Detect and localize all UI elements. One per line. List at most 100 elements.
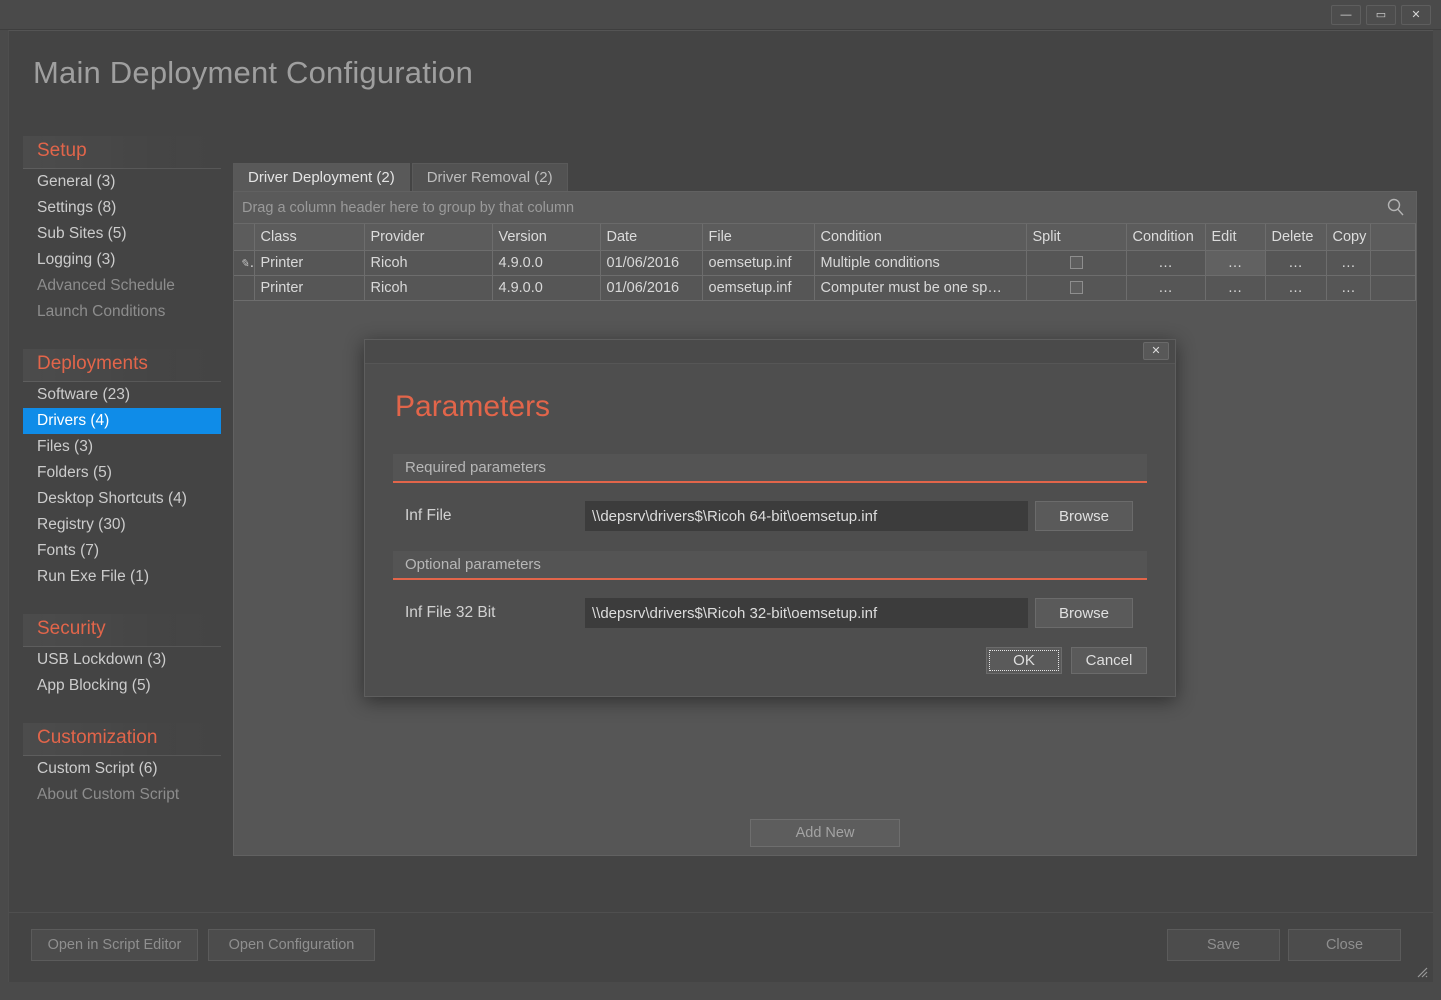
inf-file-32bit-label: Inf File 32 Bit	[405, 604, 496, 621]
inf-file-32bit-input[interactable]	[585, 598, 1028, 628]
grid-body: ✎ Printer Ricoh 4.9.0.0 01/06/2016 oemsetup.i…	[234, 250, 1416, 301]
tab-driver-removal[interactable]: Driver Removal (2)	[411, 163, 568, 191]
dialog-title: Parameters	[395, 390, 551, 423]
inf-file-input[interactable]	[585, 501, 1028, 531]
pencil-icon: ✎	[240, 257, 250, 270]
dialog-body: Parameters Required parameters Inf File …	[365, 364, 1175, 696]
condition-action-button[interactable]: …	[1126, 275, 1206, 301]
grid-column-header[interactable]: Provider	[364, 224, 493, 251]
add-new-button[interactable]: Add New	[750, 819, 900, 847]
cell-condition: Computer must be one sp…	[814, 275, 1027, 301]
sidebar-item-folders[interactable]: Folders (5)	[23, 460, 221, 486]
condition-action-button[interactable]: …	[1126, 250, 1206, 276]
cell-date: 01/06/2016	[600, 250, 703, 276]
sidebar-section-title: Customization	[23, 723, 221, 756]
parameters-dialog: ✕ Parameters Required parameters Inf Fil…	[364, 339, 1176, 697]
grid-indicator-header	[234, 224, 255, 251]
table-row[interactable]: ✎ Printer Ricoh 4.9.0.0 01/06/2016 oemsetup.i…	[234, 250, 1416, 276]
sidebar-item-desktop-shortcuts[interactable]: Desktop Shortcuts (4)	[23, 486, 221, 512]
inf-file-label: Inf File	[405, 507, 452, 524]
search-icon[interactable]	[1385, 197, 1407, 219]
sidebar-item-app-blocking[interactable]: App Blocking (5)	[23, 673, 221, 699]
grid-column-header[interactable]: Date	[600, 224, 703, 251]
cell-file: oemsetup.inf	[702, 275, 815, 301]
maximize-button[interactable]: ▭	[1366, 4, 1396, 25]
sidebar-section-title: Setup	[23, 136, 221, 169]
grid-column-header[interactable]: Edit	[1205, 224, 1266, 251]
inf-file-browse-button[interactable]: Browse	[1035, 501, 1133, 531]
tab-driver-deployment[interactable]: Driver Deployment (2)	[233, 163, 410, 191]
table-row[interactable]: Printer Ricoh 4.9.0.0 01/06/2016 oemsetup.in…	[234, 275, 1416, 301]
bottom-bar: Open in Script Editor Open Configuration…	[9, 912, 1433, 982]
grid-column-header[interactable]: Split	[1026, 224, 1127, 251]
sidebar-item-usb-lockdown[interactable]: USB Lockdown (3)	[23, 647, 221, 673]
group-by-bar[interactable]: Drag a column header here to group by th…	[234, 192, 1416, 224]
sidebar-item-registry[interactable]: Registry (30)	[23, 512, 221, 538]
close-button[interactable]: ✕	[1401, 4, 1431, 25]
save-button[interactable]: Save	[1167, 929, 1280, 961]
sidebar-item-settings[interactable]: Settings (8)	[23, 195, 221, 221]
delete-action-button[interactable]: …	[1265, 275, 1327, 301]
dialog-actions: OK Cancel	[986, 647, 1147, 674]
optional-parameters-header: Optional parameters	[393, 551, 1147, 580]
copy-action-button[interactable]: …	[1326, 250, 1372, 276]
sidebar-item-fonts[interactable]: Fonts (7)	[23, 538, 221, 564]
dialog-close-icon[interactable]: ✕	[1143, 342, 1169, 360]
row-edit-indicator-icon: ✎	[234, 250, 255, 276]
split-checkbox[interactable]	[1026, 250, 1127, 276]
edit-action-button[interactable]: …	[1205, 275, 1266, 301]
cell-filler	[1370, 275, 1416, 301]
cell-class: Printer	[254, 250, 365, 276]
grid-column-filler	[1370, 224, 1416, 251]
grid-column-header[interactable]: Copy	[1326, 224, 1372, 251]
sidebar-item-advanced-schedule: Advanced Schedule	[37, 277, 175, 294]
checkbox-icon[interactable]	[1069, 281, 1083, 295]
sidebar-item-general[interactable]: General (3)	[23, 169, 221, 195]
cancel-button[interactable]: Cancel	[1071, 647, 1147, 674]
minimize-button[interactable]: —	[1331, 4, 1361, 25]
split-checkbox[interactable]	[1026, 275, 1127, 301]
sidebar-item-run-exe-file[interactable]: Run Exe File (1)	[23, 564, 221, 590]
inf-file-row: Inf File Browse	[393, 501, 1147, 531]
delete-action-button[interactable]: …	[1265, 250, 1327, 276]
sidebar-item-files[interactable]: Files (3)	[23, 434, 221, 460]
group-by-hint: Drag a column header here to group by th…	[242, 199, 575, 216]
sidebar-item-drivers[interactable]: Drivers (4)	[23, 408, 221, 434]
close-button-footer[interactable]: Close	[1288, 929, 1401, 961]
cell-date: 01/06/2016	[600, 275, 703, 301]
client-area: Main Deployment Configuration Setup Gener…	[8, 30, 1433, 982]
grid-column-header[interactable]: File	[702, 224, 815, 251]
grid-column-header[interactable]: Condition	[1126, 224, 1206, 251]
sidebar-item-launch-conditions: Launch Conditions	[37, 303, 166, 320]
cell-file: oemsetup.inf	[702, 250, 815, 276]
checkbox-icon[interactable]	[1069, 256, 1083, 270]
resize-grip[interactable]	[1414, 964, 1428, 978]
copy-action-button[interactable]: …	[1326, 275, 1372, 301]
sidebar-item-logging[interactable]: Logging (3)	[23, 247, 221, 273]
add-new-row: Add New	[234, 819, 1416, 847]
dialog-titlebar: ✕	[365, 340, 1175, 364]
sidebar-section: Customization Custom Script (6) About Cust…	[23, 723, 221, 812]
sidebar: Setup General (3) Settings (8) Sub Sites (5…	[23, 136, 221, 902]
grid-column-header[interactable]: Version	[492, 224, 601, 251]
open-in-script-editor-button[interactable]: Open in Script Editor	[31, 929, 198, 961]
grid-column-header[interactable]: Class	[254, 224, 365, 251]
cell-version: 4.9.0.0	[492, 250, 601, 276]
sidebar-section: Setup General (3) Settings (8) Sub Sites (5…	[23, 136, 221, 329]
sidebar-section: Deployments Software (23) Drivers (4) Files…	[23, 349, 221, 594]
grid-column-header[interactable]: Condition	[814, 224, 1027, 251]
grid-column-header[interactable]: Delete	[1265, 224, 1327, 251]
cell-provider: Ricoh	[364, 275, 493, 301]
sidebar-item-software[interactable]: Software (23)	[23, 382, 221, 408]
edit-action-button[interactable]: …	[1205, 250, 1266, 276]
open-configuration-button[interactable]: Open Configuration	[208, 929, 375, 961]
sidebar-item-sub-sites[interactable]: Sub Sites (5)	[23, 221, 221, 247]
cell-filler	[1370, 250, 1416, 276]
inf-file-32bit-row: Inf File 32 Bit Browse	[393, 598, 1147, 628]
sidebar-section-title: Deployments	[23, 349, 221, 382]
inf-file-32bit-browse-button[interactable]: Browse	[1035, 598, 1133, 628]
cell-provider: Ricoh	[364, 250, 493, 276]
cell-version: 4.9.0.0	[492, 275, 601, 301]
ok-button[interactable]: OK	[986, 647, 1062, 674]
sidebar-item-custom-script[interactable]: Custom Script (6)	[23, 756, 221, 782]
